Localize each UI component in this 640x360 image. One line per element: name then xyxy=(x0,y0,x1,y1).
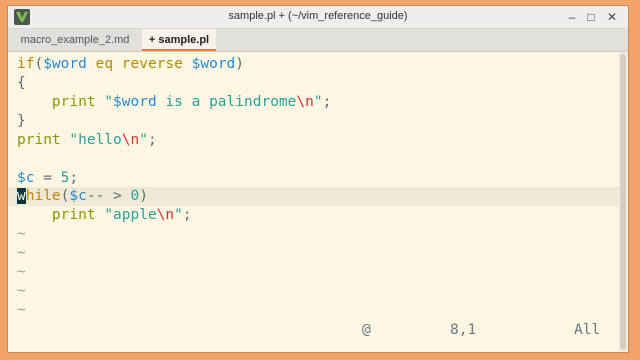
close-button[interactable]: ✕ xyxy=(604,9,620,25)
tab-sample-pl[interactable]: + sample.pl xyxy=(142,29,216,51)
empty-line-marker: ~ xyxy=(17,226,26,242)
editor-buffer[interactable]: if($word eq reverse $word) { print "$wor… xyxy=(8,52,618,352)
status-line: @ 8,1 All xyxy=(8,322,618,341)
empty-line-marker: ~ xyxy=(17,245,26,261)
title-bar: sample.pl + (~/vim_reference_guide) ‒ □ … xyxy=(8,6,628,29)
code-line-4: } xyxy=(17,113,26,129)
scroll-percentage: All xyxy=(574,322,601,338)
code-line-5: print "hello\n"; xyxy=(17,132,157,148)
minimize-button[interactable]: ‒ xyxy=(564,9,580,25)
editor-window: sample.pl + (~/vim_reference_guide) ‒ □ … xyxy=(7,5,629,353)
cursor-position: 8,1 xyxy=(450,322,477,338)
text-cursor: w xyxy=(17,188,26,204)
code-line-2: { xyxy=(17,75,26,91)
empty-line-marker: ~ xyxy=(17,283,26,299)
code-line-9: print "apple\n"; xyxy=(51,207,192,223)
scrollbar-thumb[interactable] xyxy=(620,54,626,350)
code-line-1: if($word eq reverse $word) xyxy=(17,56,245,72)
tab-label: + sample.pl xyxy=(148,34,210,46)
tab-label: macro_example_2.md xyxy=(20,34,130,46)
tab-macro-example[interactable]: macro_example_2.md xyxy=(8,29,142,51)
tab-bar: macro_example_2.md + sample.pl xyxy=(8,29,628,52)
code-line-7: $c = 5; xyxy=(17,170,79,186)
maximize-button[interactable]: □ xyxy=(583,9,599,25)
empty-line-marker: ~ xyxy=(17,302,26,318)
code-line-3: print "$word is a palindrome\n"; xyxy=(51,94,332,110)
macro-register-indicator: @ xyxy=(362,322,371,338)
vertical-scrollbar[interactable] xyxy=(618,52,628,352)
empty-line-marker: ~ xyxy=(17,264,26,280)
window-title: sample.pl + (~/vim_reference_guide) xyxy=(228,10,408,22)
code-line-8: while($c-- > 0) xyxy=(17,188,148,204)
